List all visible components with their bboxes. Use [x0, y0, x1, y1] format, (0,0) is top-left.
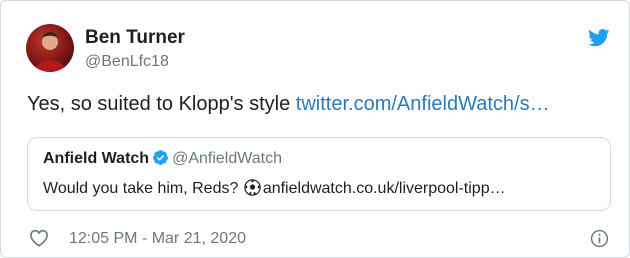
- quoted-link[interactable]: anfieldwatch.co.uk/liverpool-tipp…: [263, 180, 506, 197]
- tweet-link[interactable]: twitter.com/AnfieldWatch/s…: [296, 93, 550, 115]
- author-handle[interactable]: @BenLfc18: [85, 53, 169, 71]
- author-name[interactable]: Ben Turner: [85, 27, 185, 49]
- quoted-author-name[interactable]: Anfield Watch: [43, 150, 149, 167]
- twitter-bird-icon[interactable]: [588, 29, 610, 47]
- info-icon[interactable]: [590, 229, 609, 248]
- tweet-timestamp[interactable]: 12:05 PM - Mar 21, 2020: [69, 230, 246, 248]
- quoted-tweet-text: Would you take him, Reds? anfieldwatch.c…: [43, 179, 506, 198]
- tweet-body: Yes, so suited to Klopp's style: [27, 93, 296, 115]
- heart-icon[interactable]: [29, 229, 49, 247]
- embedded-tweet-card: Ben Turner @BenLfc18 Yes, so suited to K…: [0, 0, 630, 258]
- verified-badge-icon: [153, 150, 169, 165]
- quoted-author-handle[interactable]: @AnfieldWatch: [172, 150, 282, 167]
- tweet-text: Yes, so suited to Klopp's style twitter.…: [27, 93, 550, 116]
- quoted-body: Would you take him, Reds?: [43, 180, 243, 197]
- profile-photo-icon: [34, 32, 66, 72]
- avatar[interactable]: [26, 24, 74, 72]
- soccer-ball-icon: [244, 179, 261, 196]
- quoted-tweet[interactable]: Anfield Watch @AnfieldWatch Would you ta…: [27, 137, 611, 211]
- quoted-tweet-header: Anfield Watch @AnfieldWatch: [43, 149, 282, 168]
